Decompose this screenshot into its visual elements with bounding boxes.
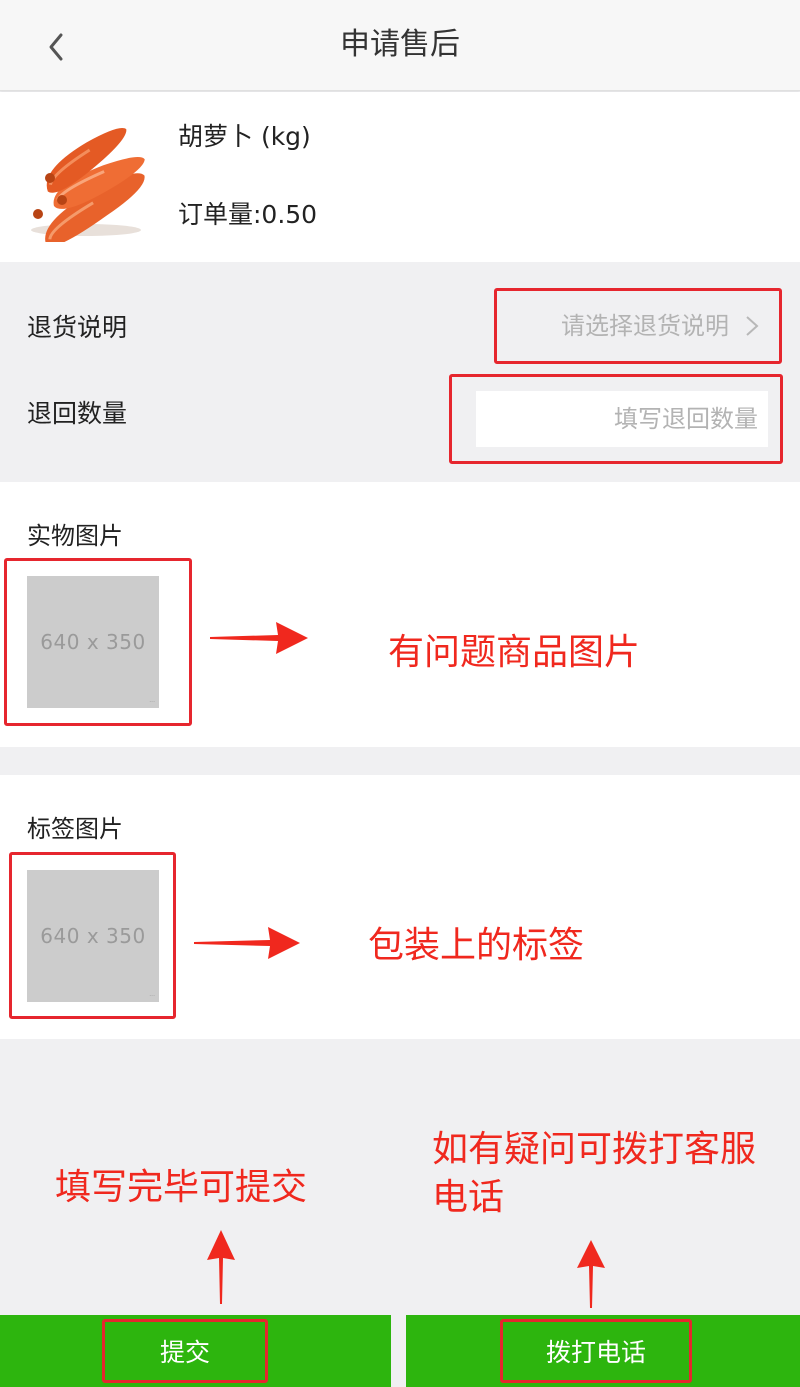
- tag-photo-label: 标签图片: [27, 815, 123, 843]
- call-button[interactable]: 拨打电话: [500, 1319, 692, 1383]
- submit-annotation: 填写完毕可提交: [55, 1167, 308, 1208]
- item-photo-section: 实物图片 640 x 350 ··· 有问题商品图片: [0, 482, 800, 747]
- arrow-up-icon: [207, 1230, 235, 1304]
- placeholder-watermark: ···: [149, 993, 155, 1000]
- chevron-right-icon: [746, 316, 759, 336]
- placeholder-watermark: ···: [149, 699, 155, 706]
- return-quantity-label: 退回数量: [27, 399, 128, 428]
- back-button[interactable]: [30, 20, 80, 70]
- item-photo-placeholder: 640 x 350 ···: [27, 576, 159, 708]
- arrow-right-icon: [210, 622, 308, 654]
- carrot-image: [16, 122, 151, 242]
- item-photo-upload[interactable]: 640 x 350 ···: [4, 558, 192, 726]
- call-annotation: 如有疑问可拨打客服电话: [432, 1129, 757, 1218]
- return-quantity-input[interactable]: [476, 391, 768, 447]
- arrow-right-icon: [194, 927, 300, 959]
- tag-photo-upload[interactable]: 640 x 350 ···: [9, 852, 176, 1019]
- order-quantity: 订单量:0.50: [178, 200, 318, 229]
- tag-photo-section: 标签图片 640 x 350 ··· 包装上的标签: [0, 775, 800, 1039]
- chevron-left-icon: [49, 33, 63, 61]
- placeholder-size-text: 640 x 350: [40, 630, 146, 654]
- page-title: 申请售后: [340, 27, 460, 62]
- product-card: 胡萝卜 (kg) 订单量:0.50: [0, 92, 800, 262]
- product-name: 胡萝卜 (kg): [178, 122, 311, 151]
- submit-button[interactable]: 提交: [102, 1319, 268, 1383]
- item-photo-annotation: 有问题商品图片: [388, 632, 641, 673]
- return-quantity-box: [449, 374, 783, 464]
- arrow-up-icon: [577, 1240, 605, 1308]
- item-photo-label: 实物图片: [27, 522, 123, 550]
- placeholder-size-text: 640 x 350: [40, 924, 146, 948]
- tag-photo-annotation: 包装上的标签: [368, 925, 585, 966]
- tag-photo-placeholder: 640 x 350 ···: [27, 870, 159, 1002]
- return-reason-select[interactable]: 请选择退货说明: [494, 288, 782, 364]
- return-reason-label: 退货说明: [27, 313, 128, 342]
- return-reason-placeholder: 请选择退货说明: [561, 312, 729, 340]
